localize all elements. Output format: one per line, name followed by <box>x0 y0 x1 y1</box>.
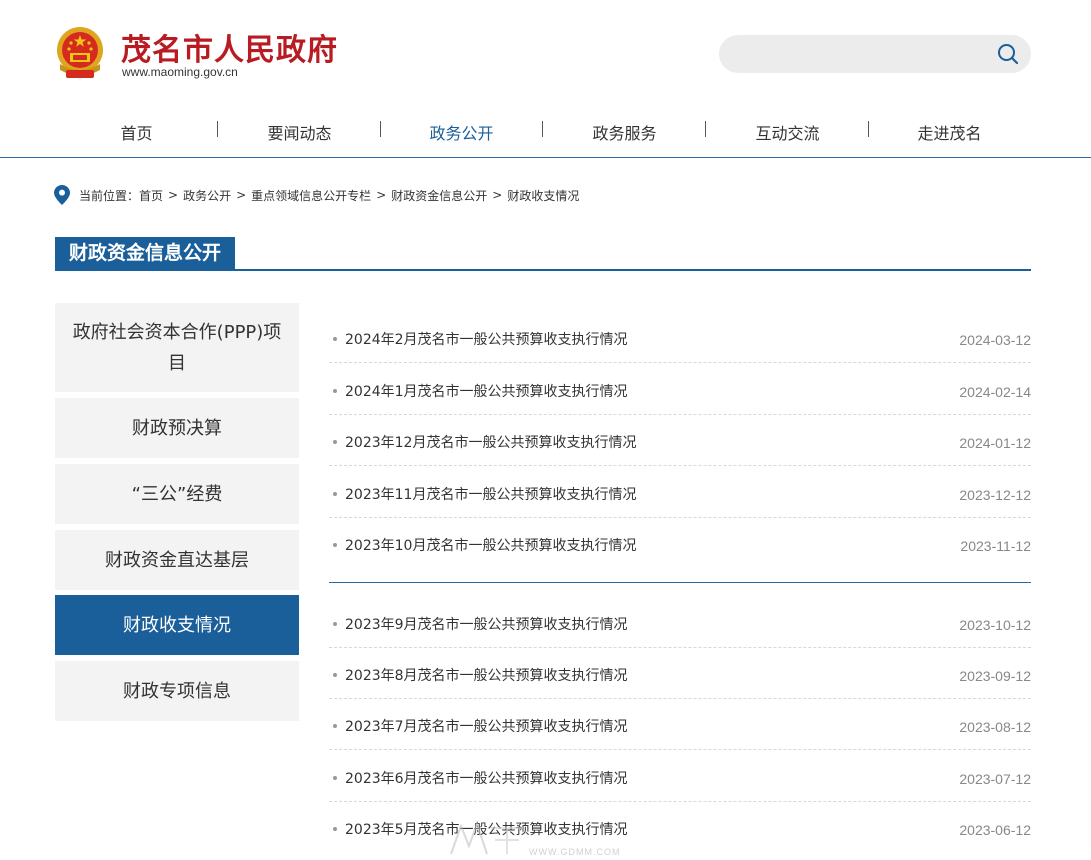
bullet-dot-icon <box>333 827 337 831</box>
search-input[interactable] <box>735 41 995 67</box>
breadcrumb-current[interactable]: 财政收支情况 <box>507 187 579 204</box>
bullet-dot-icon <box>333 389 337 393</box>
list-item-title[interactable]: 2024年1月茂名市一般公共预算收支执行情况 <box>345 381 628 401</box>
list-item[interactable]: 2023年9月茂名市一般公共预算收支执行情况 2023-10-12 <box>329 597 1031 648</box>
list-item-title[interactable]: 2023年6月茂名市一般公共预算收支执行情况 <box>345 768 628 788</box>
breadcrumb-prefix: 当前位置： <box>79 188 140 203</box>
search-icon[interactable] <box>997 43 1019 65</box>
list-item[interactable]: 2024年1月茂名市一般公共预算收支执行情况 2024-02-14 <box>329 364 1031 415</box>
list-item-date: 2023-11-12 <box>960 538 1031 554</box>
watermark: WWW.GDMM.COM <box>447 820 647 860</box>
breadcrumb-separator: > <box>236 188 247 202</box>
national-emblem-icon <box>57 27 103 78</box>
sidebar-item-three-public-expenses[interactable]: “三公”经费 <box>55 464 299 524</box>
sidebar-item-label: “三公”经费 <box>131 483 223 505</box>
list-item[interactable]: 2024年2月茂名市一般公共预算收支执行情况 2024-03-12 <box>329 312 1031 363</box>
sidebar-item-ppp[interactable]: 政府社会资本合作(PPP)项目 <box>55 303 299 392</box>
nav-item-government-affairs[interactable]: 政务公开 <box>380 120 543 144</box>
list-item-date: 2024-01-12 <box>959 435 1031 451</box>
breadcrumb-separator: > <box>492 188 503 202</box>
list-item[interactable]: 2023年12月茂名市一般公共预算收支执行情况 2024-01-12 <box>329 415 1031 466</box>
breadcrumb: 当前位置： 首页 > 政务公开 > 重点领域信息公开专栏 > 财政资金信息公开 … <box>54 184 579 206</box>
list-item-title[interactable]: 2023年9月茂名市一般公共预算收支执行情况 <box>345 614 628 634</box>
list-item-title[interactable]: 2023年11月茂名市一般公共预算收支执行情况 <box>345 484 636 504</box>
list-item-date: 2023-08-12 <box>959 719 1031 735</box>
list-item-date: 2023-09-12 <box>959 668 1031 684</box>
bullet-dot-icon <box>333 776 337 780</box>
nav-item-home[interactable]: 首页 <box>55 120 218 144</box>
sidebar-item-label: 财政资金直达基层 <box>105 549 249 571</box>
watermark-text: WWW.GDMM.COM <box>529 847 621 857</box>
list-item-date: 2023-12-12 <box>959 487 1031 503</box>
list-item-date: 2024-02-14 <box>959 384 1031 400</box>
sidebar-item-label: 财政专项信息 <box>123 680 231 702</box>
sidebar-item-direct-funds[interactable]: 财政资金直达基层 <box>55 530 299 590</box>
bullet-dot-icon <box>333 337 337 341</box>
list-item[interactable]: 2023年10月茂名市一般公共预算收支执行情况 2023-11-12 <box>329 518 1031 569</box>
list-item[interactable]: 2023年5月茂名市一般公共预算收支执行情况 2023-06-12 <box>329 802 1031 853</box>
bullet-dot-icon <box>333 724 337 728</box>
bullet-dot-icon <box>333 440 337 444</box>
search-box <box>719 35 1031 73</box>
list-item-title[interactable]: 2024年2月茂名市一般公共预算收支执行情况 <box>345 329 628 349</box>
list-item-title[interactable]: 2023年7月茂名市一般公共预算收支执行情况 <box>345 716 628 736</box>
nav-item-news[interactable]: 要闻动态 <box>218 120 381 144</box>
nav-item-services[interactable]: 政务服务 <box>543 120 706 144</box>
list-item[interactable]: 2023年8月茂名市一般公共预算收支执行情况 2023-09-12 <box>329 648 1031 699</box>
section-title: 财政资金信息公开 <box>55 237 236 270</box>
bullet-dot-icon <box>333 492 337 496</box>
bullet-dot-icon <box>333 543 337 547</box>
site-header: 茂名市人民政府 www.maoming.gov.cn <box>0 0 1091 100</box>
section-divider <box>55 269 1031 271</box>
bullet-dot-icon <box>333 673 337 677</box>
list-item-date: 2023-07-12 <box>959 771 1031 787</box>
sidebar-item-label: 政府社会资本合作(PPP)项目 <box>72 321 282 374</box>
list-item-date: 2023-06-12 <box>959 822 1031 838</box>
watermark-logo-icon <box>450 820 523 855</box>
list-item[interactable]: 2023年7月茂名市一般公共预算收支执行情况 2023-08-12 <box>329 699 1031 750</box>
site-url: www.maoming.gov.cn <box>122 65 238 79</box>
bullet-dot-icon <box>333 622 337 626</box>
breadcrumb-link-fiscal-info[interactable]: 财政资金信息公开 <box>391 187 487 204</box>
site-name[interactable]: 茂名市人民政府 <box>121 25 338 69</box>
sidebar-item-label: 财政收支情况 <box>123 614 231 636</box>
list-item-title[interactable]: 2023年8月茂名市一般公共预算收支执行情况 <box>345 665 628 685</box>
sidebar-item-special-funds[interactable]: 财政专项信息 <box>55 661 299 721</box>
list-item-date: 2024-03-12 <box>959 332 1031 348</box>
breadcrumb-separator: > <box>168 188 179 202</box>
breadcrumb-link-key-areas[interactable]: 重点领域信息公开专栏 <box>251 187 371 204</box>
sidebar-item-label: 财政预决算 <box>132 417 222 439</box>
list-item-title[interactable]: 2023年12月茂名市一般公共预算收支执行情况 <box>345 432 636 452</box>
sidebar-item-revenue-expenditure[interactable]: 财政收支情况 <box>55 595 299 655</box>
nav-item-about-maoming[interactable]: 走进茂名 <box>868 120 1031 144</box>
main-nav: 首页 要闻动态 政务公开 政务服务 互动交流 走进茂名 <box>0 108 1091 158</box>
list-item-title[interactable]: 2023年10月茂名市一般公共预算收支执行情况 <box>345 535 636 555</box>
breadcrumb-link-home[interactable]: 首页 <box>139 187 163 204</box>
list-item[interactable]: 2023年6月茂名市一般公共预算收支执行情况 2023-07-12 <box>329 751 1031 802</box>
sidebar-item-budget[interactable]: 财政预决算 <box>55 398 299 458</box>
list-item-date: 2023-10-12 <box>959 617 1031 633</box>
location-pin-icon <box>54 185 70 205</box>
nav-item-interaction[interactable]: 互动交流 <box>706 120 869 144</box>
breadcrumb-link-government-affairs[interactable]: 政务公开 <box>183 187 231 204</box>
breadcrumb-separator: > <box>376 188 387 202</box>
list-item[interactable]: 2023年11月茂名市一般公共预算收支执行情况 2023-12-12 <box>329 467 1031 518</box>
group-divider <box>329 582 1031 583</box>
